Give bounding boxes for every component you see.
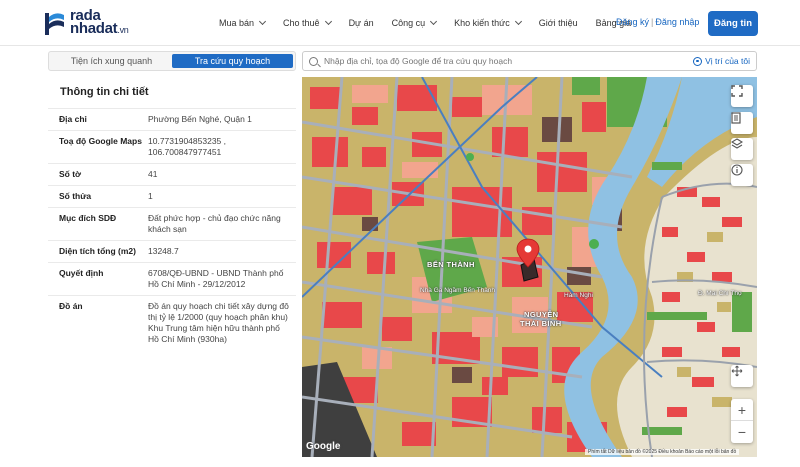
map-search-bar: Vị trí của tôi <box>302 51 757 71</box>
map-label-mai-chi-tho: Đ. Mai Chí Thọ <box>698 290 742 297</box>
panel-tabs: Tiện ích xung quanh Tra cứu quy hoạch <box>48 51 296 71</box>
zoom-in-button[interactable]: + <box>731 399 753 421</box>
register-link[interactable]: Đăng ký <box>616 17 649 27</box>
nav-item-kho-kien-thuc[interactable]: Kho kiến thức <box>454 17 522 28</box>
map-label-ga-ben-thanh: Nhà Ga Ngầm Bến Thành <box>420 287 496 294</box>
detail-row-address: Địa chỉ Phường Bến Nghé, Quận 1 <box>48 108 296 130</box>
map-label-ham-nghi: Hàm Nghi <box>564 292 593 299</box>
search-icon <box>309 56 318 66</box>
zoom-out-button[interactable]: − <box>731 421 753 443</box>
layers-button[interactable] <box>731 138 753 160</box>
fullscreen-button[interactable] <box>731 85 753 107</box>
map-attribution[interactable]: Phím tắt Dữ liệu bản đồ ©2025 Điều khoản… <box>585 449 740 455</box>
info-button[interactable] <box>731 164 753 186</box>
zoning-map-canvas <box>302 77 757 457</box>
chevron-down-icon <box>324 17 332 26</box>
detail-row-do-an: Đồ án Đồ án quy hoạch chi tiết xây dựng đ… <box>48 295 296 350</box>
info-icon <box>731 164 743 176</box>
detail-row-dien-tich: Diện tích tổng (m2) 13248.7 <box>48 240 296 262</box>
map-label-thai-binh: THÁI BÌNH <box>520 319 562 328</box>
map-label-nguyen: NGUYỄN <box>524 310 559 319</box>
auth-separator: | <box>651 17 654 27</box>
detail-row-so-to: Số tờ 41 <box>48 163 296 185</box>
zoning-map[interactable]: BẾN THÀNH NGUYỄN THÁI BÌNH Hàm Nghi Nhà … <box>302 77 757 457</box>
detail-table: Địa chỉ Phường Bến Nghé, Quận 1 Toạ độ Go… <box>48 108 296 350</box>
nav-item-mua-ban[interactable]: Mua bán <box>219 17 267 28</box>
nav-item-du-an[interactable]: Dự án <box>349 18 374 28</box>
notes-button[interactable] <box>731 112 753 134</box>
zoom-control: + − <box>731 399 753 443</box>
map-label-ben-thanh: BẾN THÀNH <box>427 260 475 269</box>
logo-suffix: .vn <box>117 25 129 35</box>
fullscreen-icon <box>731 85 743 97</box>
recenter-button[interactable] <box>731 365 753 387</box>
main-nav: Mua bán Cho thuê Dự án Công cụ Kho kiến … <box>219 0 649 46</box>
nav-item-cong-cu[interactable]: Công cụ <box>392 17 438 28</box>
tab-tien-ich[interactable]: Tiện ích xung quanh <box>51 54 172 68</box>
layers-icon <box>731 138 743 149</box>
move-icon <box>731 365 743 377</box>
my-location-label: Vị trí của tôi <box>705 56 750 66</box>
my-location-button[interactable]: Vị trí của tôi <box>693 56 750 66</box>
logo-line2: nhadat <box>70 20 118 37</box>
detail-panel: Thông tin chi tiết Địa chỉ Phường Bến Ngh… <box>48 77 296 457</box>
nav-item-cho-thue[interactable]: Cho thuê <box>283 17 332 28</box>
site-logo[interactable]: rada nhadat.vn <box>44 8 129 37</box>
document-icon <box>731 112 741 124</box>
top-header: rada nhadat.vn Mua bán Cho thuê Dự án Cô… <box>0 0 800 46</box>
tab-tra-cuu-quy-hoach[interactable]: Tra cứu quy hoạch <box>172 54 293 68</box>
detail-row-so-thua: Số thửa 1 <box>48 185 296 207</box>
nav-item-gioi-thieu[interactable]: Giới thiệu <box>539 18 578 28</box>
chevron-down-icon <box>258 17 267 26</box>
location-target-icon <box>693 56 703 66</box>
chevron-down-icon <box>514 17 522 26</box>
login-link[interactable]: Đăng nhập <box>655 17 699 27</box>
address-search-input[interactable] <box>324 56 684 66</box>
auth-links: Đăng ký | Đăng nhập <box>616 17 699 27</box>
logo-mark-icon <box>44 9 66 37</box>
detail-row-muc-dich: Mục đích SDĐ Đất phức hợp - chủ đạo chức … <box>48 207 296 240</box>
chevron-down-icon <box>430 17 438 26</box>
detail-row-coordinates: Toạ độ Google Maps 10.7731904853235 , 106… <box>48 130 296 163</box>
post-listing-button[interactable]: Đăng tin <box>708 11 758 36</box>
detail-row-quyet-dinh: Quyết định 6708/QĐ-UBND - UBND Thành phố … <box>48 262 296 295</box>
panel-title: Thông tin chi tiết <box>60 86 149 98</box>
google-logo: Google <box>306 441 341 452</box>
